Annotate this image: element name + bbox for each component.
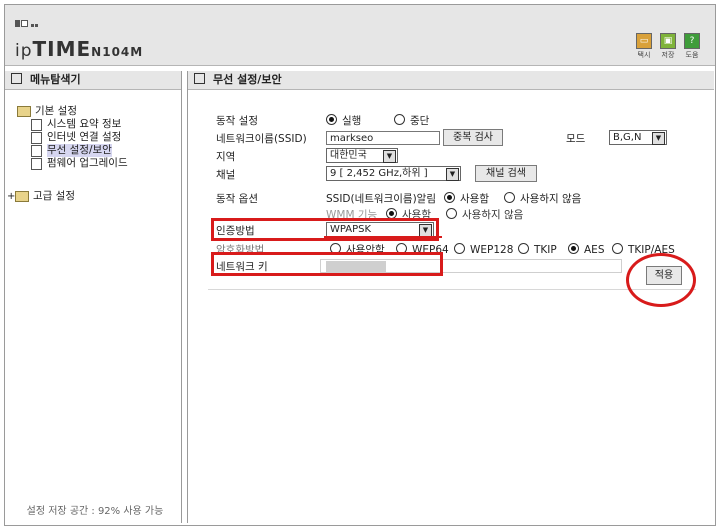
mode-label: 모드 bbox=[566, 132, 586, 145]
tree-item-label: 인터넷 연결 설정 bbox=[47, 131, 122, 143]
router-admin-window: ipTIMEN104M ▭ 택시 ▣ 저장 ? 도움 메뉴탐색기 기본 설정 시… bbox=[4, 4, 716, 526]
row-ssid: 네트워크이름(SSID) markseo 중복 검사 모드 B,G,N ▼ bbox=[208, 129, 696, 147]
help-label: 도움 bbox=[685, 51, 699, 59]
region-label: 지역 bbox=[216, 150, 236, 163]
ssid-input[interactable]: markseo bbox=[326, 131, 440, 145]
radio-label: WEP128 bbox=[470, 243, 514, 256]
radio-label: 사용함 bbox=[460, 192, 489, 205]
radio-ssid-on[interactable] bbox=[444, 191, 455, 203]
minimize-button[interactable]: ▭ 택시 bbox=[635, 33, 653, 60]
mode-value: B,G,N bbox=[613, 132, 642, 143]
form-divider bbox=[208, 289, 696, 290]
storage-status: 설정 저장 공간 : 92% 사용 가능 bbox=[26, 506, 164, 517]
expand-icon[interactable]: + bbox=[7, 190, 15, 203]
enc-aes[interactable]: AES bbox=[568, 242, 605, 256]
page-icon bbox=[31, 118, 42, 131]
chevron-down-icon: ▼ bbox=[446, 168, 459, 181]
radio-label: 사용하지 않음 bbox=[520, 192, 582, 205]
menu-explorer-title-text: 메뉴탐색기 bbox=[30, 73, 81, 86]
operation-label: 동작 설정 bbox=[216, 114, 258, 127]
brand-prefix: ip bbox=[15, 41, 33, 61]
ssid-label: 네트워크이름(SSID) bbox=[216, 132, 307, 145]
radio-stop[interactable] bbox=[394, 113, 405, 125]
main-title: 무선 설정/보안 bbox=[188, 71, 714, 90]
ssid-broadcast-on[interactable]: 사용함 bbox=[444, 191, 489, 206]
tree-group-basic-label: 기본 설정 bbox=[35, 105, 77, 117]
radio-wmm-on[interactable] bbox=[386, 207, 397, 219]
tree-group-advanced[interactable]: + 고급 설정 bbox=[7, 190, 128, 203]
header-buttons: ▭ 택시 ▣ 저장 ? 도움 bbox=[635, 33, 701, 60]
region-select[interactable]: 대한민국 ▼ bbox=[326, 148, 398, 163]
header-bar: ipTIMEN104M ▭ 택시 ▣ 저장 ? 도움 bbox=[5, 5, 715, 66]
radio-enc-wep128[interactable] bbox=[454, 242, 465, 254]
brand-bold: TIME bbox=[32, 37, 92, 61]
chevron-down-icon: ▼ bbox=[652, 132, 665, 145]
logo-mark bbox=[15, 17, 39, 30]
mode-select[interactable]: B,G,N ▼ bbox=[609, 130, 667, 145]
page-icon bbox=[31, 157, 42, 170]
help-icon: ? bbox=[684, 33, 700, 49]
chevron-down-icon: ▼ bbox=[383, 150, 396, 163]
save-label: 저장 bbox=[661, 51, 675, 59]
explorer-icon bbox=[11, 73, 22, 84]
highlight-connector bbox=[324, 236, 442, 242]
radio-enc-aes[interactable] bbox=[568, 242, 579, 254]
radio-wmm-off[interactable] bbox=[446, 207, 457, 219]
wmm-off[interactable]: 사용하지 않음 bbox=[446, 207, 523, 222]
radio-ssid-off[interactable] bbox=[504, 191, 515, 203]
radio-enc-tkip[interactable] bbox=[518, 242, 529, 254]
tree-item-system-summary[interactable]: 시스템 요약 정보 bbox=[31, 118, 128, 131]
tree-group-advanced-label: 고급 설정 bbox=[33, 190, 75, 202]
enc-wep128[interactable]: WEP128 bbox=[454, 242, 514, 256]
tree-item-wireless-security[interactable]: 무선 설정/보안 bbox=[31, 144, 128, 157]
row-channel: 채널 9 [ 2,452 GHz,하위 ] ▼ 채널 검색 bbox=[208, 165, 696, 183]
region-value: 대한민국 bbox=[330, 150, 367, 161]
menu-explorer: 메뉴탐색기 기본 설정 시스템 요약 정보 인터넷 연결 설정 무선 설정/보안… bbox=[5, 71, 182, 523]
radio-label: 사용하지 않음 bbox=[462, 208, 524, 221]
tree-item-label: 시스템 요약 정보 bbox=[47, 118, 122, 130]
page-icon bbox=[31, 144, 42, 157]
minimize-label: 택시 bbox=[637, 51, 651, 59]
page-icon bbox=[31, 131, 42, 144]
row-region: 지역 대한민국 ▼ bbox=[208, 147, 696, 165]
brand-logo: ipTIMEN104M bbox=[15, 37, 143, 61]
menu-explorer-title: 메뉴탐색기 bbox=[5, 71, 181, 90]
folder-icon bbox=[17, 106, 31, 117]
channel-select[interactable]: 9 [ 2,452 GHz,하위 ] ▼ bbox=[326, 166, 461, 181]
radio-label: AES bbox=[584, 243, 605, 256]
radio-run[interactable] bbox=[326, 113, 337, 125]
tree-item-label: 펌웨어 업그레이드 bbox=[47, 157, 128, 169]
save-icon: ▣ bbox=[660, 33, 676, 49]
menu-tree: 기본 설정 시스템 요약 정보 인터넷 연결 설정 무선 설정/보안 펌웨어 업… bbox=[7, 105, 128, 203]
tree-group-basic[interactable]: 기본 설정 bbox=[17, 105, 128, 118]
folder-icon bbox=[15, 191, 29, 202]
help-button[interactable]: ? 도움 bbox=[683, 33, 701, 60]
radio-stop-label: 중단 bbox=[410, 114, 430, 127]
options-label: 동작 옵션 bbox=[216, 192, 258, 205]
save-button[interactable]: ▣ 저장 bbox=[659, 33, 677, 60]
page-title-icon bbox=[194, 73, 205, 84]
radio-enc-tkip-aes[interactable] bbox=[612, 242, 623, 254]
tree-item-firmware-upgrade[interactable]: 펌웨어 업그레이드 bbox=[31, 157, 128, 170]
tree-item-label: 무선 설정/보안 bbox=[47, 144, 112, 157]
main-panel: 무선 설정/보안 동작 설정 실행 중단 네트워크이름(SSID) markse… bbox=[187, 71, 714, 523]
highlight-apply-oval bbox=[626, 253, 696, 307]
radio-run-label: 실행 bbox=[342, 114, 362, 127]
row-operation: 동작 설정 실행 중단 bbox=[208, 111, 696, 129]
operation-stop-option[interactable]: 중단 bbox=[394, 113, 429, 128]
tree-item-internet-setup[interactable]: 인터넷 연결 설정 bbox=[31, 131, 128, 144]
channel-search-button[interactable]: 채널 검색 bbox=[475, 165, 537, 182]
channel-label: 채널 bbox=[216, 168, 236, 181]
ssid-broadcast-label: SSID(네트워크이름)알림 bbox=[326, 192, 436, 205]
radio-label: TKIP bbox=[534, 243, 557, 256]
enc-tkip[interactable]: TKIP bbox=[518, 242, 557, 256]
main-title-text: 무선 설정/보안 bbox=[213, 73, 282, 86]
channel-value: 9 [ 2,452 GHz,하위 ] bbox=[330, 168, 428, 179]
operation-run-option[interactable]: 실행 bbox=[326, 113, 361, 128]
minimize-icon: ▭ bbox=[636, 33, 652, 49]
duplicate-check-button[interactable]: 중복 검사 bbox=[443, 129, 503, 146]
highlight-network-key-box bbox=[211, 252, 443, 276]
model-name: N104M bbox=[91, 45, 144, 59]
ssid-broadcast-off[interactable]: 사용하지 않음 bbox=[504, 191, 581, 206]
